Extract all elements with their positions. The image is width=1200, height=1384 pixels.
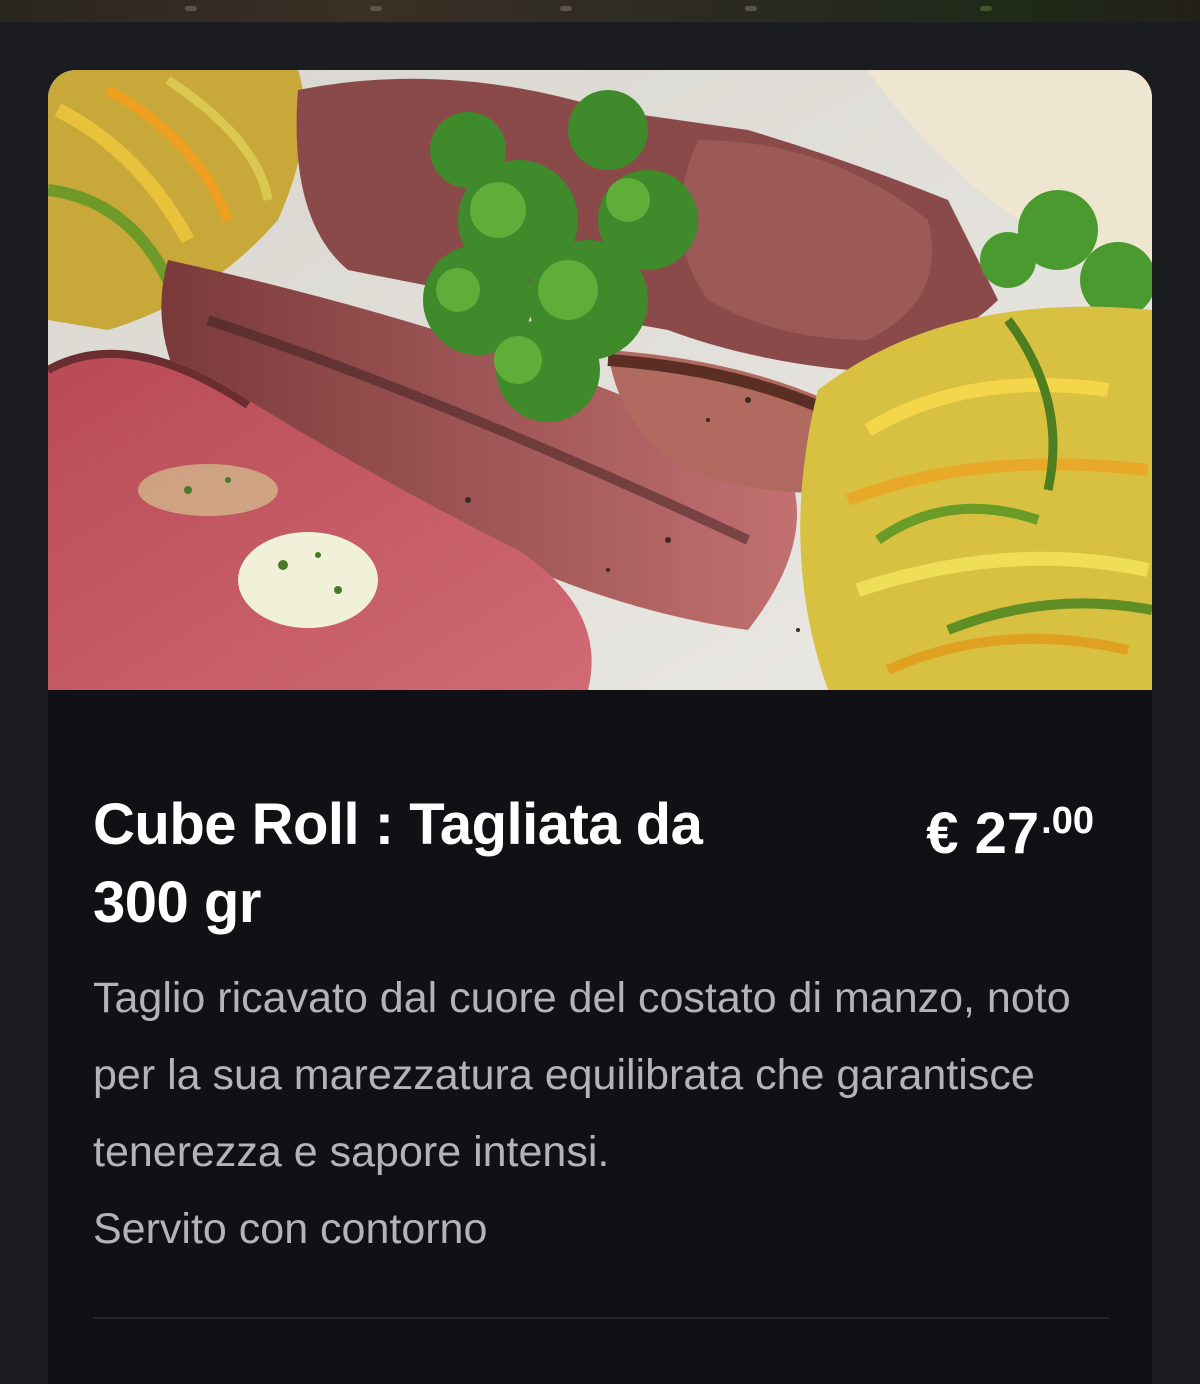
dish-note: Servito con contorno <box>93 1205 488 1253</box>
dish-price: € 27.00 <box>926 782 1094 873</box>
menu-item-card[interactable]: Cube Roll : Tagliata da 300 gr € 27.00 T… <box>48 70 1152 1384</box>
dish-description: Taglio ricavato dal cuore del costato di… <box>93 974 1071 1176</box>
divider <box>93 1317 1109 1319</box>
previous-item-photo-edge <box>0 0 1200 22</box>
price-cents: .00 <box>1041 800 1094 842</box>
currency-symbol: € <box>926 801 959 866</box>
price-main: 27 <box>974 801 1040 866</box>
dish-description-block: Taglio ricavato dal cuore del costato di… <box>93 960 1093 1268</box>
dish-title: Cube Roll : Tagliata da 300 gr <box>93 792 703 935</box>
dish-photo <box>48 70 1152 690</box>
